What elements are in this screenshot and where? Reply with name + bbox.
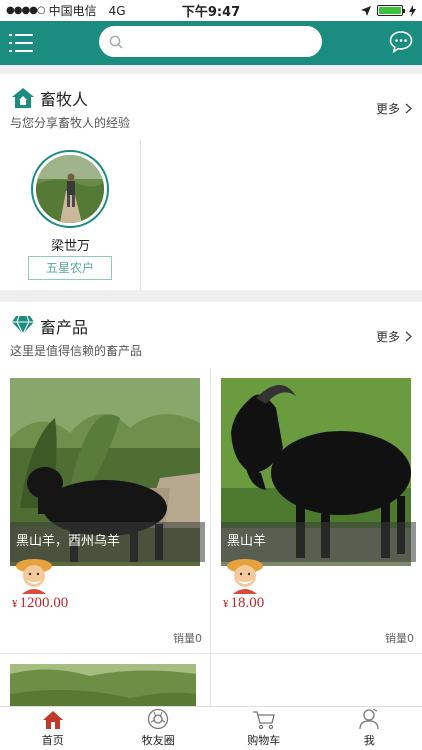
battery-icon — [377, 5, 405, 16]
tab-label: 首页 — [41, 734, 64, 747]
herder-photo — [36, 155, 104, 223]
products-section: 畜产品 这里是值得信赖的畜产品 更多 黑山羊，酉州乌羊 ¥ 1200.00 销量… — [0, 302, 422, 706]
tab-cart[interactable]: 购物车 — [211, 707, 317, 750]
tab-label: 我 — [363, 734, 375, 747]
currency-symbol: ¥ — [223, 598, 229, 610]
products-subtitle: 这里是值得信赖的畜产品 — [10, 344, 143, 358]
product-card[interactable]: 黑山羊，酉州乌羊 ¥1200.00 销量0 — [0, 368, 211, 654]
chevron-right-icon — [405, 331, 412, 342]
chevron-right-icon — [405, 103, 412, 114]
herder-name: 梁世万 — [50, 239, 90, 254]
tab-me[interactable]: 我 — [317, 707, 422, 750]
product-sales-count: 销量0 — [173, 632, 202, 645]
herder-card[interactable]: 梁世万 五星农户 — [0, 140, 141, 290]
more-label: 更多 — [375, 330, 400, 344]
cart-icon — [252, 711, 275, 730]
status-time: 下午9:47 — [181, 5, 241, 20]
price-value: 18.00 — [230, 595, 265, 611]
top-nav-bar — [0, 21, 422, 65]
bottom-tab-bar: 首页 牧友圈 购物车 我 — [0, 706, 422, 750]
product-price: ¥1200.00 — [12, 595, 68, 612]
home-icon — [42, 711, 63, 729]
tab-label: 购物车 — [247, 734, 281, 747]
herders-title: 畜牧人 — [40, 90, 89, 109]
product-card[interactable] — [0, 654, 211, 706]
product-card[interactable]: 黑山羊 ¥18.00 销量0 — [211, 368, 422, 654]
chat-bubble-icon[interactable] — [389, 30, 413, 54]
status-bar: ●●●●○ 中国电信 4G 下午9:47 — [0, 0, 422, 21]
menu-icon[interactable] — [9, 32, 33, 54]
search-bar[interactable] — [99, 26, 322, 57]
avatar — [31, 150, 109, 228]
product-price: ¥18.00 — [223, 595, 264, 612]
products-title: 畜产品 — [40, 318, 89, 337]
currency-symbol: ¥ — [12, 598, 18, 610]
tab-home[interactable]: 首页 — [0, 707, 106, 750]
herders-header: 畜牧人 与您分享畜牧人的经验 更多 — [0, 74, 422, 140]
more-label: 更多 — [375, 102, 400, 116]
product-photo — [10, 664, 196, 706]
farmer-mascot-icon — [227, 559, 263, 594]
tab-moments[interactable]: 牧友圈 — [106, 707, 212, 750]
camera-circle-icon — [148, 708, 169, 730]
products-more-link[interactable]: 更多 — [376, 328, 412, 345]
price-value: 1200.00 — [19, 595, 69, 611]
herders-more-link[interactable]: 更多 — [376, 100, 412, 117]
diamond-icon — [12, 315, 34, 335]
product-card-empty — [211, 654, 422, 706]
herders-section: 畜牧人 与您分享畜牧人的经验 更多 梁世万 五星农户 — [0, 74, 422, 290]
search-icon — [109, 35, 123, 48]
house-icon — [12, 88, 34, 108]
product-sales-count: 销量0 — [385, 632, 414, 645]
products-header: 畜产品 这里是值得信赖的畜产品 更多 — [0, 302, 422, 368]
farmer-mascot-icon — [16, 559, 52, 594]
search-input[interactable] — [129, 34, 309, 49]
tab-label: 牧友圈 — [141, 734, 175, 747]
herders-subtitle: 与您分享畜牧人的经验 — [10, 116, 131, 130]
herder-rating-badge: 五星农户 — [28, 256, 112, 280]
user-icon — [359, 708, 379, 730]
